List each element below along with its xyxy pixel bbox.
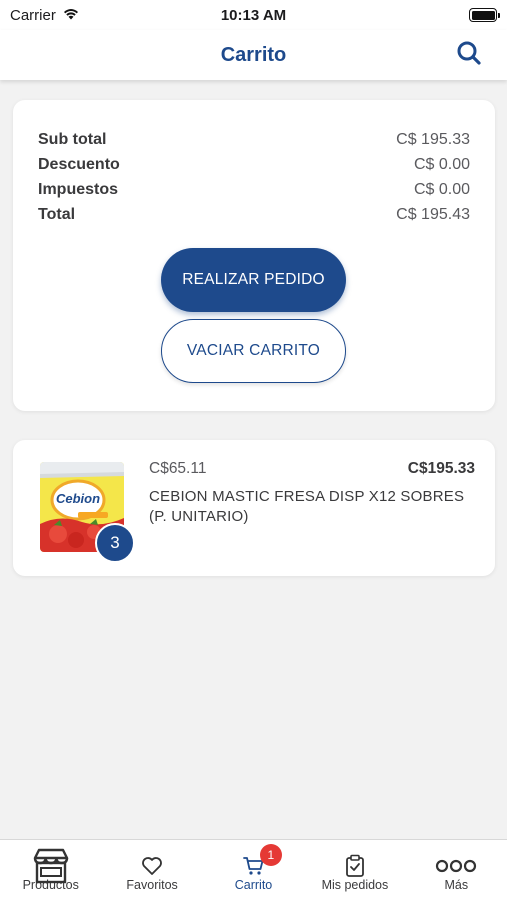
tab-mis-pedidos[interactable]: Mis pedidos: [304, 840, 405, 900]
discount-label: Descuento: [38, 156, 120, 173]
order-summary-card: Sub total C$ 195.33 Descuento C$ 0.00 Im…: [13, 100, 495, 411]
subtotal-row: Sub total C$ 195.33: [38, 131, 470, 149]
item-total-price: C$195.33: [407, 460, 475, 477]
heart-icon: [141, 848, 163, 884]
search-icon: [456, 40, 482, 71]
search-button[interactable]: [453, 39, 485, 71]
clipboard-icon: [345, 848, 365, 884]
subtotal-label: Sub total: [38, 131, 107, 148]
total-label: Total: [38, 206, 76, 223]
discount-row: Descuento C$ 0.00: [38, 156, 470, 174]
tab-productos[interactable]: Productos: [0, 840, 101, 900]
tab-carrito[interactable]: 1 Carrito: [203, 840, 304, 900]
status-bar: Carrier 10:13 AM: [0, 0, 507, 30]
store-icon: [32, 848, 70, 884]
cart-item[interactable]: Cebion 3 C$65.11 C$195.33 CEBION MASTIC …: [13, 440, 495, 576]
discount-value: C$ 0.00: [413, 156, 470, 173]
battery-icon: [469, 8, 500, 22]
carrier-label: Carrier: [10, 6, 56, 24]
subtotal-value: C$ 195.33: [396, 131, 470, 148]
taxes-label: Impuestos: [38, 181, 119, 198]
cart-count-badge: 1: [259, 844, 282, 866]
quantity-badge[interactable]: 3: [95, 523, 135, 563]
taxes-value: C$ 0.00: [413, 181, 470, 198]
tab-bar: Productos Favoritos 1 Carrito Mis pedido…: [0, 839, 507, 900]
empty-cart-button[interactable]: VACIAR CARRITO: [161, 319, 346, 383]
taxes-row: Impuestos C$ 0.00: [38, 181, 470, 199]
product-brand-text: Cebion: [56, 491, 101, 506]
tab-favoritos[interactable]: Favoritos: [101, 840, 202, 900]
status-left: Carrier: [10, 6, 80, 24]
unit-price: C$65.11: [149, 460, 207, 477]
product-name: CEBION MASTIC FRESA DISP X12 SOBRES (P. …: [149, 488, 465, 525]
more-icon: [435, 848, 477, 884]
total-row: Total C$ 195.43: [38, 206, 470, 224]
place-order-button[interactable]: REALIZAR PEDIDO: [161, 248, 346, 312]
wifi-icon: [62, 6, 80, 24]
nav-bar: Carrito: [0, 30, 507, 80]
tab-mas[interactable]: Más: [406, 840, 507, 900]
page-title: Carrito: [220, 43, 287, 66]
total-value: C$ 195.43: [396, 206, 470, 223]
